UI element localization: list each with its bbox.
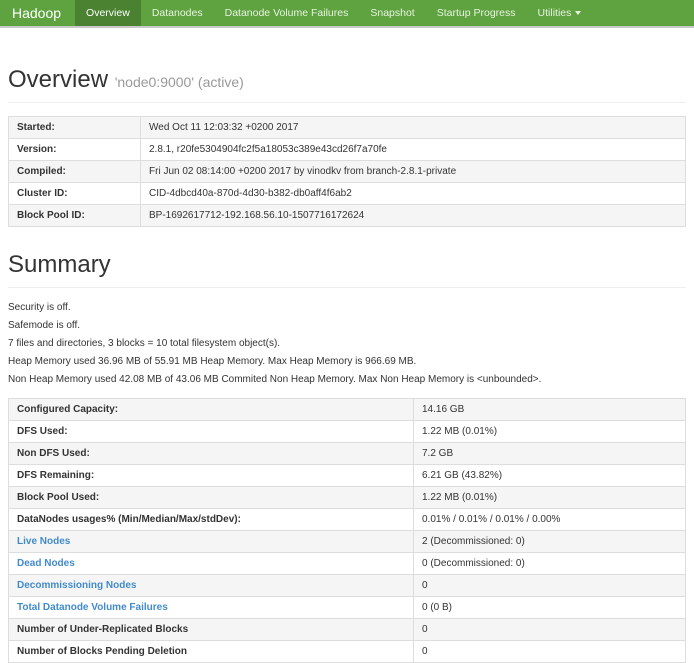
live-nodes-link[interactable]: Live Nodes [17,536,70,547]
hadoop-brand[interactable]: Hadoop [0,0,75,26]
tab-datanodes: Datanodes [141,0,214,26]
heap-memory-status: Heap Memory used 36.96 MB of 55.91 MB He… [8,356,686,367]
table-row: Block Pool ID: BP-1692617712-192.168.56.… [9,205,686,227]
table-row: Configured Capacity: 14.16 GB [9,399,686,421]
summary-label: Configured Capacity: [9,399,414,421]
non-heap-memory-status: Non Heap Memory used 42.08 MB of 43.06 M… [8,374,686,385]
info-value: BP-1692617712-192.168.56.10-150771617262… [141,205,686,227]
summary-value: 14.16 GB [414,399,686,421]
tab-overview: Overview [75,0,141,26]
caret-down-icon [575,11,581,15]
table-row: Live Nodes 2 (Decommissioned: 0) [9,531,686,553]
tab-startup-progress: Startup Progress [426,0,527,26]
namenode-info-table: Started: Wed Oct 11 12:03:32 +0200 2017 … [8,116,686,227]
table-row: Block Pool Used: 1.22 MB (0.01%) [9,487,686,509]
table-row: DataNodes usages% (Min/Median/Max/stdDev… [9,509,686,531]
tab-utilities-label: Utilities [538,7,572,19]
table-row: Started: Wed Oct 11 12:03:32 +0200 2017 [9,117,686,139]
filesystem-objects-status: 7 files and directories, 3 blocks = 10 t… [8,338,686,349]
summary-value: 1.22 MB (0.01%) [414,421,686,443]
decommissioning-nodes-link[interactable]: Decommissioning Nodes [17,580,136,591]
info-value: Fri Jun 02 08:14:00 +0200 2017 by vinodk… [141,161,686,183]
table-row: Dead Nodes 0 (Decommissioned: 0) [9,553,686,575]
info-label: Version: [9,139,141,161]
summary-status-text: Security is off. Safemode is off. 7 file… [8,302,686,385]
page-content: Overview 'node0:9000' (active) Started: … [0,66,694,663]
tab-overview-label: Overview [86,7,130,19]
summary-value: 6.21 GB (43.82%) [414,465,686,487]
navbar-menu: Overview Datanodes Datanode Volume Failu… [75,0,592,26]
summary-value: 0.01% / 0.01% / 0.01% / 0.00% [414,509,686,531]
top-navbar: Hadoop Overview Datanodes Datanode Volum… [0,0,694,28]
info-value: CID-4dbcd40a-870d-4d30-b382-db0aff4f6ab2 [141,183,686,205]
table-row: Non DFS Used: 7.2 GB [9,443,686,465]
info-label: Block Pool ID: [9,205,141,227]
table-row: DFS Used: 1.22 MB (0.01%) [9,421,686,443]
summary-label: Dead Nodes [9,553,414,575]
table-row: Compiled: Fri Jun 02 08:14:00 +0200 2017… [9,161,686,183]
info-value: 2.8.1, r20fe5304904fc2f5a18053c389e43cd2… [141,139,686,161]
info-label: Cluster ID: [9,183,141,205]
table-row: Cluster ID: CID-4dbcd40a-870d-4d30-b382-… [9,183,686,205]
table-row: Version: 2.8.1, r20fe5304904fc2f5a18053c… [9,139,686,161]
dead-nodes-link[interactable]: Dead Nodes [17,558,75,569]
summary-label: Decommissioning Nodes [9,575,414,597]
table-row: DFS Remaining: 6.21 GB (43.82%) [9,465,686,487]
summary-value: 1.22 MB (0.01%) [414,487,686,509]
summary-label: DFS Used: [9,421,414,443]
table-row: Decommissioning Nodes 0 [9,575,686,597]
page-title: Overview 'node0:9000' (active) [8,66,686,94]
summary-value: 2 (Decommissioned: 0) [414,531,686,553]
table-row: Total Datanode Volume Failures 0 (0 B) [9,597,686,619]
summary-label: Live Nodes [9,531,414,553]
summary-label: Number of Blocks Pending Deletion [9,641,414,663]
summary-value: 7.2 GB [414,443,686,465]
summary-value: 0 (0 B) [414,597,686,619]
tab-startup-progress-label: Startup Progress [437,7,516,19]
summary-label: DFS Remaining: [9,465,414,487]
summary-value: 0 [414,641,686,663]
summary-value: 0 (Decommissioned: 0) [414,553,686,575]
tab-snapshot: Snapshot [359,0,425,26]
info-label: Compiled: [9,161,141,183]
total-datanode-volume-failures-link[interactable]: Total Datanode Volume Failures [17,602,168,613]
overview-title: Overview [8,66,108,93]
summary-label: Total Datanode Volume Failures [9,597,414,619]
summary-label: Non DFS Used: [9,443,414,465]
summary-label: Block Pool Used: [9,487,414,509]
summary-table: Configured Capacity: 14.16 GB DFS Used: … [8,398,686,663]
tab-utilities-dropdown: Utilities [527,0,593,26]
tab-datanode-volume-failures: Datanode Volume Failures [214,0,360,26]
divider [8,287,686,288]
security-status: Security is off. [8,302,686,313]
info-value: Wed Oct 11 12:03:32 +0200 2017 [141,117,686,139]
info-label: Started: [9,117,141,139]
tab-datanode-volume-failures-label: Datanode Volume Failures [225,7,349,19]
summary-value: 0 [414,575,686,597]
summary-title: Summary [8,251,686,279]
namenode-address-status: 'node0:9000' (active) [115,74,244,90]
divider [8,102,686,103]
table-row: Number of Blocks Pending Deletion 0 [9,641,686,663]
safemode-status: Safemode is off. [8,320,686,331]
tab-datanodes-label: Datanodes [152,7,203,19]
summary-label: DataNodes usages% (Min/Median/Max/stdDev… [9,509,414,531]
tab-snapshot-label: Snapshot [370,7,414,19]
